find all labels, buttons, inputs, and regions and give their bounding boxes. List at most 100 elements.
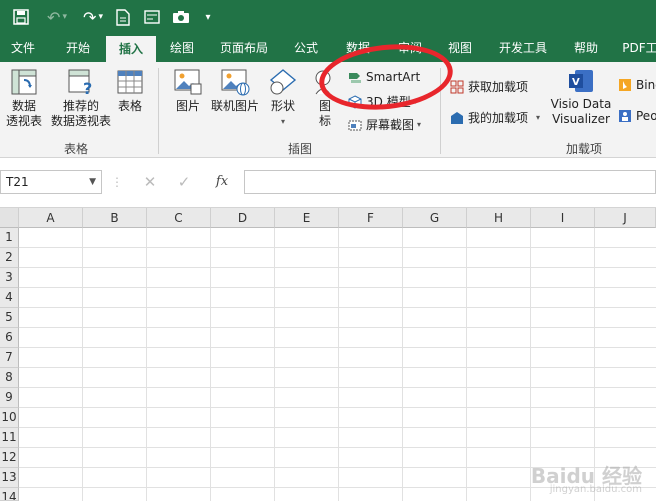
recommended-pivot-button[interactable]: ? 推荐的 数据透视表 bbox=[50, 68, 112, 129]
tab-formulas[interactable]: 公式 bbox=[284, 34, 328, 62]
online-pictures-button[interactable]: 联机图片 bbox=[208, 68, 262, 114]
tab-file[interactable]: 文件 bbox=[0, 34, 46, 62]
column-header[interactable]: B bbox=[83, 208, 147, 228]
row-header[interactable]: 12 bbox=[0, 448, 19, 468]
gridline bbox=[19, 307, 656, 308]
tab-developer[interactable]: 开发工具 bbox=[490, 34, 556, 62]
gridline bbox=[19, 267, 656, 268]
enter-icon[interactable]: ✓ bbox=[172, 170, 196, 194]
pivot-table-button[interactable]: 数据 透视表 bbox=[2, 68, 46, 129]
my-addins-dropdown-icon: ▾ bbox=[536, 113, 541, 122]
table-button[interactable]: 表格 bbox=[112, 68, 148, 114]
row-header[interactable]: 5 bbox=[0, 308, 19, 328]
spreadsheet-grid[interactable]: A B C D E F G H I J 1 2 3 4 5 6 7 8 9 10… bbox=[0, 208, 656, 501]
screenshot-label: 屏幕截图 bbox=[366, 118, 415, 132]
save-icon[interactable] bbox=[10, 0, 32, 34]
people-graph-button[interactable]: Peo bbox=[618, 109, 656, 123]
3d-model-dropdown-icon: ▾ bbox=[413, 97, 418, 106]
column-header[interactable]: A bbox=[19, 208, 83, 228]
row-header[interactable]: 7 bbox=[0, 348, 19, 368]
recommended-pivot-icon: ? bbox=[68, 69, 92, 96]
get-addins-button[interactable]: 获取加载项 bbox=[450, 78, 528, 95]
tab-review[interactable]: 审阅 bbox=[388, 34, 432, 62]
table-icon bbox=[117, 70, 143, 94]
cancel-icon[interactable]: ✕ bbox=[138, 170, 162, 194]
column-header[interactable]: J bbox=[595, 208, 656, 228]
smartart-button[interactable]: SmartArt bbox=[348, 70, 420, 84]
shapes-button[interactable]: 形状 ▾ bbox=[264, 68, 302, 129]
tab-view[interactable]: 视图 bbox=[438, 34, 482, 62]
tab-pdf[interactable]: PDF工 bbox=[616, 34, 656, 62]
icons-button[interactable]: 图 标 bbox=[310, 68, 340, 129]
camera-icon[interactable] bbox=[170, 0, 192, 34]
tab-draw[interactable]: 绘图 bbox=[160, 34, 204, 62]
screenshot-button[interactable]: 屏幕截图 ▾ bbox=[348, 116, 421, 133]
group-label-illustrations: 插图 bbox=[287, 142, 312, 156]
cube-icon bbox=[348, 94, 362, 109]
redo-icon[interactable]: ↷ ▾ bbox=[78, 0, 108, 34]
column-header[interactable]: F bbox=[339, 208, 403, 228]
ribbon-insert: 数据 透视表 ? 推荐的 数据透视表 表格 表格 图片 联机图片 形状 ▾ 图 … bbox=[0, 62, 656, 158]
row-header[interactable]: 3 bbox=[0, 268, 19, 288]
gridline bbox=[19, 387, 656, 388]
bing-maps-button[interactable]: Bing bbox=[618, 78, 656, 92]
gridline bbox=[19, 327, 656, 328]
row-header[interactable]: 11 bbox=[0, 428, 19, 448]
row-header[interactable]: 8 bbox=[0, 368, 19, 388]
name-box-dropdown-icon[interactable]: ▼ bbox=[89, 171, 96, 193]
tab-page-layout[interactable]: 页面布局 bbox=[212, 34, 276, 62]
my-addins-icon bbox=[451, 111, 463, 124]
row-header[interactable]: 10 bbox=[0, 408, 19, 428]
gridline bbox=[82, 228, 83, 501]
3d-model-button[interactable]: 3D 模型 ▾ bbox=[348, 93, 418, 110]
watermark-url: jingyan.baidu.com bbox=[549, 484, 642, 495]
column-header[interactable]: I bbox=[531, 208, 595, 228]
form-icon[interactable] bbox=[142, 0, 162, 34]
customize-toolbar-dropdown-icon[interactable]: ▾ bbox=[202, 0, 214, 34]
my-addins-button[interactable]: 我的加载项 ▾ bbox=[450, 109, 540, 126]
pivot-table-label: 数据 透视表 bbox=[5, 99, 42, 128]
document-icon[interactable] bbox=[112, 0, 132, 34]
row-header[interactable]: 4 bbox=[0, 288, 19, 308]
row-header[interactable]: 14 bbox=[0, 488, 19, 501]
insert-function-icon[interactable]: fx bbox=[208, 170, 236, 194]
name-box[interactable]: T21 ▼ bbox=[0, 170, 102, 194]
tab-data[interactable]: 数据 bbox=[336, 34, 380, 62]
bing-label: Bing bbox=[636, 78, 656, 92]
gridline bbox=[19, 347, 656, 348]
icons-icon bbox=[315, 70, 331, 95]
my-addins-label: 我的加载项 bbox=[468, 111, 529, 125]
gridline bbox=[210, 228, 211, 501]
people-label: Peo bbox=[636, 109, 656, 123]
column-header[interactable]: G bbox=[403, 208, 467, 228]
tab-help[interactable]: 帮助 bbox=[564, 34, 608, 62]
svg-text:?: ? bbox=[83, 79, 92, 96]
gridline bbox=[19, 247, 656, 248]
formula-input[interactable] bbox=[244, 170, 656, 194]
row-header[interactable]: 2 bbox=[0, 248, 19, 268]
3d-model-label: 3D 模型 bbox=[366, 95, 411, 109]
tab-insert[interactable]: 插入 bbox=[106, 34, 156, 62]
row-header[interactable]: 9 bbox=[0, 388, 19, 408]
name-box-value: T21 bbox=[6, 175, 29, 189]
undo-icon[interactable]: ↶ ▾ bbox=[42, 0, 72, 34]
online-pictures-icon bbox=[221, 69, 250, 96]
column-header[interactable]: C bbox=[147, 208, 211, 228]
group-label-tables: 表格 bbox=[63, 142, 88, 156]
column-header[interactable]: E bbox=[275, 208, 339, 228]
pictures-button[interactable]: 图片 bbox=[168, 68, 208, 114]
row-header[interactable]: 6 bbox=[0, 328, 19, 348]
column-header[interactable]: H bbox=[467, 208, 531, 228]
tab-home[interactable]: 开始 bbox=[54, 34, 102, 62]
gridline bbox=[19, 427, 656, 428]
table-label: 表格 bbox=[117, 99, 142, 113]
row-header[interactable]: 13 bbox=[0, 468, 19, 488]
get-addins-label: 获取加载项 bbox=[468, 80, 529, 94]
bing-icon bbox=[619, 79, 631, 91]
select-all-corner[interactable] bbox=[0, 208, 19, 228]
gridline bbox=[274, 228, 275, 501]
row-header[interactable]: 1 bbox=[0, 228, 19, 248]
visio-visualizer-button[interactable]: V Visio Data Visualizer bbox=[548, 68, 614, 127]
column-header[interactable]: D bbox=[211, 208, 275, 228]
people-icon bbox=[619, 110, 631, 122]
